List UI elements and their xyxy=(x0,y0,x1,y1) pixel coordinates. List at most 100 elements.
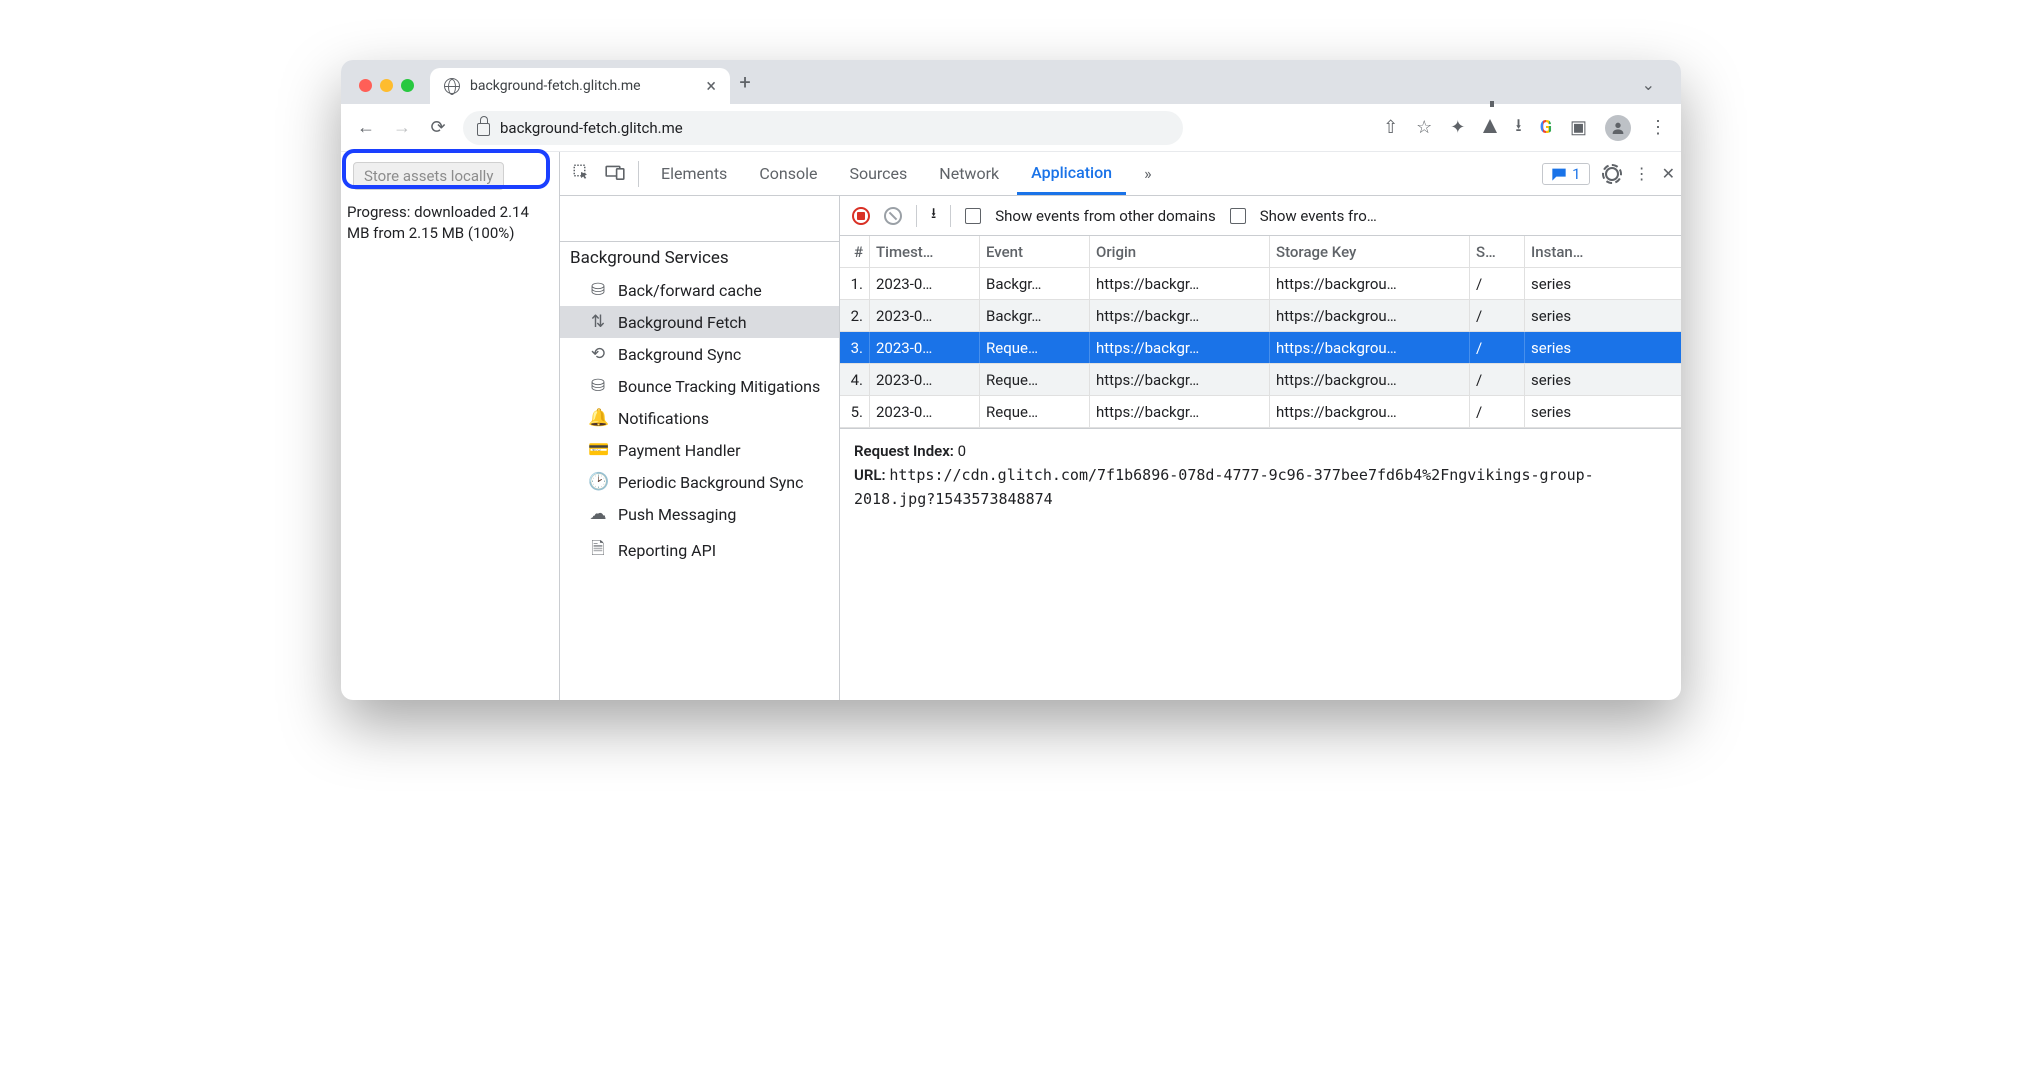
col-timestamp[interactable]: Timest… xyxy=(870,236,980,267)
google-icon[interactable]: G xyxy=(1540,117,1552,138)
table-row[interactable]: 4.2023-0…Reque…https://backgr…https://ba… xyxy=(840,364,1681,396)
sidebar-item-label: Payment Handler xyxy=(618,441,741,460)
show-other-domains-checkbox[interactable] xyxy=(965,208,981,224)
record-button[interactable] xyxy=(852,207,870,225)
sidebar-item-periodic-background-sync[interactable]: 🕑Periodic Background Sync xyxy=(560,466,839,498)
devtools-tab-strip: ElementsConsoleSourcesNetworkApplication… xyxy=(560,152,1681,196)
close-window-button[interactable] xyxy=(359,79,372,92)
database-icon: ⛁ xyxy=(588,376,608,396)
devtools-menu-button[interactable]: ⋮ xyxy=(1634,164,1650,183)
cell: 2023-0… xyxy=(870,364,980,395)
events-toolbar: ⭳ Show events from other domains Show ev… xyxy=(840,196,1681,236)
sidebar-item-label: Back/forward cache xyxy=(618,281,762,300)
devtools-tab-network[interactable]: Network xyxy=(925,152,1013,195)
forward-button[interactable]: → xyxy=(391,117,413,138)
sync-icon: ⟲ xyxy=(588,344,608,364)
progress-text: Progress: downloaded 2.14 MB from 2.15 M… xyxy=(347,202,553,243)
devtools-body: Background Services ⛁Back/forward cache⇅… xyxy=(560,196,1681,700)
sidebar-item-push-messaging[interactable]: ☁Push Messaging xyxy=(560,498,839,530)
cell: / xyxy=(1470,364,1525,395)
cell: / xyxy=(1470,300,1525,331)
cell: Reque… xyxy=(980,396,1090,427)
col-origin[interactable]: Origin xyxy=(1090,236,1270,267)
cell: https://backgrou… xyxy=(1270,364,1470,395)
table-row[interactable]: 1.2023-0…Backgr…https://backgr…https://b… xyxy=(840,268,1681,300)
browser-window: background-fetch.glitch.me × + ⌄ ← → ⟳ b… xyxy=(341,60,1681,700)
col-storage-key[interactable]: Storage Key xyxy=(1270,236,1470,267)
extensions-icon[interactable]: ✦ xyxy=(1450,117,1465,138)
cell: series xyxy=(1525,332,1681,363)
tabs-menu-button[interactable]: ⌄ xyxy=(1628,75,1669,104)
cell: 4. xyxy=(840,364,870,395)
url-value: https://cdn.glitch.com/7f1b6896-078d-477… xyxy=(854,466,1594,508)
col-index[interactable]: # xyxy=(840,236,870,267)
updown-icon: ⇅ xyxy=(588,312,608,332)
request-index-label: Request Index: xyxy=(854,442,954,460)
devtools-tab-sources[interactable]: Sources xyxy=(835,152,921,195)
cell: Backgr… xyxy=(980,300,1090,331)
page-pane: Store assets locally Progress: downloade… xyxy=(341,152,559,700)
divider xyxy=(638,161,639,187)
labs-icon[interactable] xyxy=(1483,117,1497,138)
show-events-from-checkbox[interactable] xyxy=(1230,208,1246,224)
devtools-tab-console[interactable]: Console xyxy=(745,152,831,195)
clear-button[interactable] xyxy=(884,207,902,225)
save-icon[interactable]: ⭳ xyxy=(931,203,936,228)
cell: series xyxy=(1525,268,1681,299)
table-row[interactable]: 2.2023-0…Backgr…https://backgr…https://b… xyxy=(840,300,1681,332)
back-button[interactable]: ← xyxy=(355,117,377,138)
cell: 3. xyxy=(840,332,870,363)
sidebar-item-background-sync[interactable]: ⟲Background Sync xyxy=(560,338,839,370)
new-tab-button[interactable]: + xyxy=(730,70,760,104)
sidebar-item-back-forward-cache[interactable]: ⛁Back/forward cache xyxy=(560,274,839,306)
share-icon[interactable]: ⇧ xyxy=(1383,117,1398,138)
show-other-domains-label: Show events from other domains xyxy=(995,207,1215,225)
bookmark-icon[interactable]: ☆ xyxy=(1416,117,1432,138)
cell: 2023-0… xyxy=(870,268,980,299)
inspect-icon[interactable] xyxy=(566,163,596,185)
tutorial-highlight xyxy=(342,149,550,189)
col-scope[interactable]: S… xyxy=(1470,236,1525,267)
device-mode-icon[interactable] xyxy=(600,164,630,184)
cell: series xyxy=(1525,396,1681,427)
sidebar-item-reporting-api[interactable]: 🗎Reporting API xyxy=(560,530,839,571)
toolbar-right: ⇧ ☆ ✦ ⭳ G ▣ ⋮ xyxy=(1383,113,1667,143)
sidebar-item-notifications[interactable]: 🔔Notifications xyxy=(560,402,839,434)
profile-avatar[interactable] xyxy=(1605,115,1631,141)
cell: https://backgr… xyxy=(1090,396,1270,427)
browser-tab[interactable]: background-fetch.glitch.me × xyxy=(430,68,730,104)
table-row[interactable]: 3.2023-0…Reque…https://backgr…https://ba… xyxy=(840,332,1681,364)
download-icon[interactable]: ⭳ xyxy=(1515,113,1521,143)
reading-list-icon[interactable]: ▣ xyxy=(1570,117,1587,138)
more-tabs-button[interactable]: » xyxy=(1130,152,1166,195)
minimize-window-button[interactable] xyxy=(380,79,393,92)
table-row[interactable]: 5.2023-0…Reque…https://backgr…https://ba… xyxy=(840,396,1681,428)
omnibox[interactable]: background-fetch.glitch.me xyxy=(463,111,1183,145)
sidebar-item-label: Bounce Tracking Mitigations xyxy=(618,377,820,396)
sidebar-item-payment-handler[interactable]: 💳Payment Handler xyxy=(560,434,839,466)
browser-menu-button[interactable]: ⋮ xyxy=(1649,117,1667,138)
cell: 5. xyxy=(840,396,870,427)
cell: https://backgr… xyxy=(1090,332,1270,363)
close-devtools-button[interactable]: ✕ xyxy=(1662,164,1675,183)
reload-button[interactable]: ⟳ xyxy=(427,117,449,138)
issues-badge[interactable]: 1 xyxy=(1542,163,1589,185)
col-event[interactable]: Event xyxy=(980,236,1090,267)
issues-count: 1 xyxy=(1572,165,1580,183)
sidebar-item-background-fetch[interactable]: ⇅Background Fetch xyxy=(560,306,839,338)
cell: https://backgr… xyxy=(1090,364,1270,395)
devtools-tab-application[interactable]: Application xyxy=(1017,152,1126,195)
url-text: background-fetch.glitch.me xyxy=(500,119,683,137)
col-instance[interactable]: Instan… xyxy=(1525,236,1681,267)
close-tab-icon[interactable]: × xyxy=(706,76,716,97)
cell: series xyxy=(1525,300,1681,331)
cell: 2023-0… xyxy=(870,300,980,331)
show-events-from-label: Show events fro… xyxy=(1260,207,1377,225)
sidebar-item-bounce-tracking-mitigations[interactable]: ⛁ Bounce Tracking Mitigations xyxy=(560,370,839,402)
event-detail-panel: Request Index: 0 URL: https://cdn.glitch… xyxy=(840,429,1681,521)
address-bar: ← → ⟳ background-fetch.glitch.me ⇧ ☆ ✦ ⭳… xyxy=(341,104,1681,152)
devtools-tab-elements[interactable]: Elements xyxy=(647,152,741,195)
maximize-window-button[interactable] xyxy=(401,79,414,92)
settings-icon[interactable] xyxy=(1602,164,1622,184)
lock-icon xyxy=(477,123,490,136)
